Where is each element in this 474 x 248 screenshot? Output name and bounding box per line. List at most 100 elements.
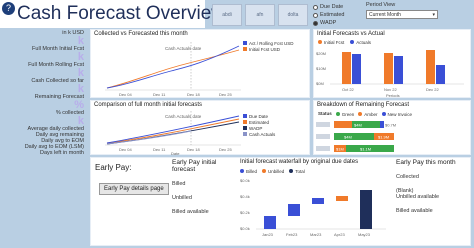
ep-month-value [396,166,468,174]
chart-initial-vs-actual: Initial Forecasts vs Actual Initial Fcst… [313,29,471,98]
chart-title: Initial forecast waterfall by original d… [240,159,359,165]
radio-wadp[interactable]: WADP [313,19,344,27]
legend-item: Total [289,168,305,174]
legend-swatch [243,114,247,118]
legend-title: Status [318,111,332,116]
legend: Due Date Estimated WADP Cash Actuals [243,113,275,137]
legend-label: Actuals [356,39,372,45]
bar-nov-actual [394,56,403,84]
kpi-panel: in k USD k Full Month Initial Fcst k Ful… [2,29,87,246]
x-axis-label: Periods [386,93,400,98]
bar-nov-initial [384,53,393,84]
kpi-value: k [77,83,84,95]
chart-title: Comparison of full month initial forecas… [94,102,203,108]
legend-label: Due Date [249,113,269,119]
kpi-cash-collected: k Cash Collected so far [2,68,87,85]
ep-month-billed-available: Billed available [396,208,433,214]
ep-this-month: Early Pay this month Collected (Blank) U… [396,159,468,214]
chart-waterfall: Initial forecast waterfall by original d… [240,159,390,244]
bar-label: $4M [354,123,362,128]
slicer-button-2[interactable]: afn [245,4,275,26]
ep-initial-title: Early Pay initial forecast [172,159,217,173]
chart-initial-vs-actual-svg: $20M $10M $0M Oct 22 Nov 22 Dec 22 Perio… [316,50,464,98]
legend-label: Amber [364,111,378,117]
row-label-3 [316,146,330,151]
slicer-button-3[interactable]: dolta [278,4,308,26]
legend-swatch [243,41,247,45]
waterfall-bar-mar [312,198,324,204]
waterfall-bar-feb [288,204,300,216]
bar-label: $1M [336,147,344,152]
x-tick: Dec 25 [219,92,232,97]
page-title: Cash Forecast Overview [17,3,226,24]
chart-initial-forecast-comparison-svg: Cash Actuals date Dec 04 Dec 11 Dec 18 D… [105,111,241,156]
ep-initial-billed-available: Billed available [172,209,209,215]
early-pay-title: Early Pay: [95,163,132,172]
x-tick: Feb23 [286,232,298,237]
x-tick: Nov 22 [384,87,397,92]
kpi-full-month-rolling: k Full Month Rolling Fcst [2,52,87,69]
period-select[interactable]: Current Month ▾ [366,10,438,19]
legend-item: Amber [358,111,378,117]
x-tick: Oct 22 [342,87,355,92]
chart-title: Collected vs Forecasted this month [94,31,188,37]
early-pay-details-button[interactable]: Early Pay details page [99,183,169,195]
legend-swatch [243,47,247,51]
x-tick: Dec 18 [187,147,200,152]
x-tick: Dec 04 [119,147,132,152]
y-tick: $0.0k [240,226,250,231]
radio-label: Due Date [320,4,344,10]
ep-initial-value [172,201,238,209]
x-tick: Dec 18 [187,92,200,97]
period-view: Period View Current Month ▾ [366,2,438,19]
x-axis-label: Date [171,151,180,156]
series-wadp [106,121,240,145]
legend-label: New Invoice [387,111,413,117]
waterfall-bar-jan [264,216,276,229]
legend-label: Act / Rolling Fcst USD [249,40,294,46]
chart-title: Breakdown of Remaining Forecast [317,102,410,108]
bar-label: $1.1M [360,147,371,152]
help-icon[interactable]: ? [2,2,15,15]
legend-swatch [262,169,267,173]
legend-item: Green [335,111,354,117]
x-tick: Apr23 [334,232,345,237]
legend-item: Unbilled [262,168,284,174]
x-tick: Dec 11 [153,147,166,152]
radio-due-date[interactable]: Due Date [313,3,344,11]
legend-item: Act / Rolling Fcst USD [243,40,294,46]
bar-oct-actual [352,54,361,84]
bar-dec-initial [426,50,435,84]
legend: Status Green Amber New Invoice [318,111,412,117]
legend-item: New Invoice [381,111,413,117]
period-value: Current Month [369,12,401,18]
waterfall-bar-apr [336,196,348,201]
y-tick: $20M [316,51,326,56]
radio-dot [313,4,318,10]
x-tick: Dec 25 [219,147,232,152]
legend-label: Total [295,168,305,174]
slicer-buttons: abdi afn dolta [212,4,308,26]
legend-swatch [243,126,247,130]
radio-label: Estimated [320,12,345,18]
legend-label: Billed [246,168,258,174]
legend-item: Initial Fcst USD [243,46,294,52]
ep-month-value [396,180,468,188]
legend-label: Initial Fcst USD [249,46,281,52]
legend-swatch [381,112,386,116]
x-tick: Dec 04 [119,92,132,97]
legend-label: WADP [249,125,263,131]
bar-row1-new [380,121,384,128]
bar-label: $0.7M [385,123,396,128]
kpi-remaining: k Remaining Forecast [2,83,87,101]
radio-estimated[interactable]: Estimated [313,11,344,19]
chevron-down-icon: ▾ [432,12,435,18]
slicer-button-1[interactable]: abdi [212,4,242,26]
bar-row2-green [334,133,374,140]
period-label: Period View [366,2,396,8]
legend-swatch [243,120,247,124]
radio-dot [313,12,318,18]
legend-swatch [240,169,244,173]
series-initial-fcst [106,49,240,89]
bar-row1-amber [334,121,352,128]
